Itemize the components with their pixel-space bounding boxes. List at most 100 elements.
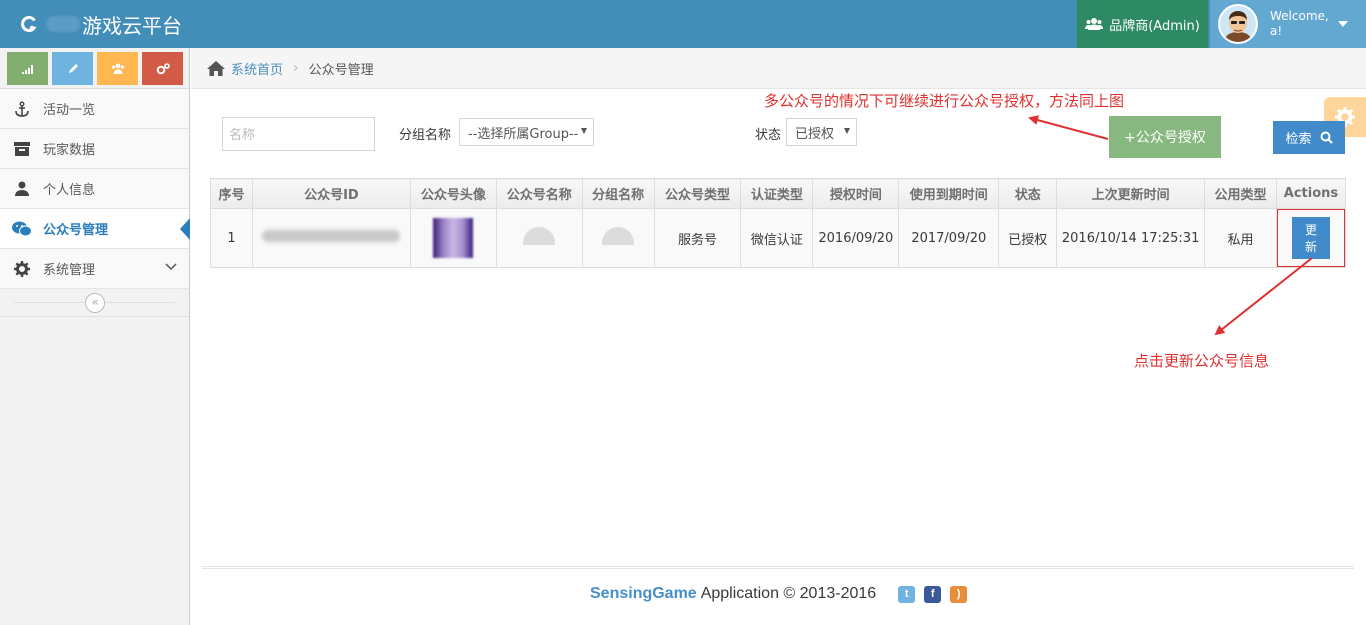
facebook-icon[interactable]: f	[924, 585, 942, 603]
cell-index: 1	[210, 208, 253, 268]
column-header: 授权时间	[812, 178, 900, 209]
user-menu[interactable]: Welcome, a!	[1210, 0, 1366, 48]
redacted-account-name	[523, 227, 556, 245]
group-label: 分组名称	[399, 128, 452, 143]
cell-auth-time: 2016/09/20	[812, 208, 900, 268]
redacted-account-id	[262, 230, 401, 242]
column-header: 公众号头像	[409, 178, 497, 209]
column-header: 状态	[998, 178, 1058, 209]
signal-icon	[21, 64, 33, 74]
sidebar-item-official-accounts[interactable]: 公众号管理	[0, 209, 190, 249]
cogs-icon	[156, 62, 170, 74]
chevron-down-icon	[165, 263, 177, 271]
brand[interactable]: 游戏云平台	[18, 9, 182, 39]
user-greeting: Welcome, a!	[1270, 9, 1329, 39]
sidebar-collapse-button[interactable]: «	[85, 293, 105, 313]
cell-group-name	[581, 208, 655, 268]
shortcut-stats-button[interactable]	[7, 52, 48, 85]
annotation-update-hint: 点击更新公众号信息	[1134, 352, 1270, 370]
cell-account-id	[251, 208, 411, 268]
home-icon	[207, 60, 225, 76]
app-title: 游戏云平台	[82, 13, 182, 38]
cell-expire-time: 2017/09/20	[898, 208, 1000, 268]
sidebar-item-system-management[interactable]: 系统管理	[0, 249, 189, 289]
cell-account-type: 服务号	[653, 208, 742, 268]
shortcut-users-button[interactable]	[97, 52, 138, 85]
caret-down-icon	[1338, 21, 1348, 27]
breadcrumb-home-link[interactable]: 系统首页	[231, 59, 283, 78]
search-button-label: 检索	[1285, 132, 1312, 147]
column-header: Actions	[1275, 178, 1347, 209]
welcome-text: Welcome,	[1270, 9, 1329, 23]
account-avatar-image	[433, 218, 474, 258]
search-icon	[1320, 131, 1333, 144]
cell-account-name	[495, 208, 583, 268]
status-label: 状态	[755, 128, 782, 143]
top-navbar: 游戏云平台 品牌商(Admin) Welcome, a!	[0, 0, 1366, 48]
sidebar-nav: 活动一览 玩家数据 个人信息 公众号管理 系统管理	[0, 89, 190, 289]
twitter-icon[interactable]: t	[898, 585, 916, 603]
group-icon	[111, 63, 124, 74]
cell-verify-type: 微信认证	[740, 208, 814, 268]
pencil-icon	[68, 63, 78, 73]
status-select[interactable]: 已授权	[786, 118, 857, 146]
user-avatar-icon	[1220, 6, 1256, 42]
sidebar-item-player-data[interactable]: 玩家数据	[0, 129, 189, 169]
cell-status: 已授权	[998, 208, 1058, 268]
annotation-arrow-update	[1214, 257, 1313, 336]
column-header: 认证类型	[740, 178, 814, 209]
select-arrow-icon	[581, 128, 587, 134]
sidebar-item-activities[interactable]: 活动一览	[0, 89, 189, 129]
update-highlight-box: 更新	[1276, 209, 1345, 267]
sidebar-item-label: 玩家数据	[43, 143, 96, 158]
wechat-icon	[12, 221, 32, 237]
status-select-value: 已授权	[795, 126, 835, 142]
footer-brand: SensingGame	[590, 585, 697, 602]
shortcut-settings-button[interactable]	[142, 52, 183, 85]
cell-avatar	[409, 208, 497, 268]
name-search-input[interactable]	[222, 117, 375, 151]
column-header: 公众号ID	[251, 178, 411, 209]
cell-actions: 更新	[1275, 208, 1347, 268]
search-button[interactable]: 检索	[1273, 121, 1345, 154]
column-header: 序号	[210, 178, 253, 209]
shortcut-edit-button[interactable]	[52, 52, 93, 85]
column-header: 公众号名称	[495, 178, 583, 209]
sidebar-item-label: 系统管理	[43, 263, 96, 278]
rss-icon[interactable]: )	[950, 585, 968, 603]
sidebar-collapse-row: «	[0, 289, 189, 317]
cogs-icon	[12, 260, 32, 277]
breadcrumb-current: 公众号管理	[308, 62, 374, 78]
update-button[interactable]: 更新	[1291, 217, 1330, 259]
annotation-arrow-authorize	[1028, 115, 1109, 140]
cell-share-type: 私用	[1204, 208, 1277, 268]
sidebar-item-profile[interactable]: 个人信息	[0, 169, 189, 209]
group-select[interactable]: --选择所属Group--	[459, 118, 594, 146]
cloud-logo-icon	[21, 16, 37, 32]
authorize-account-button[interactable]: +公众号授权	[1109, 116, 1221, 158]
sidebar-item-label: 公众号管理	[43, 223, 109, 238]
cell-last-updated: 2016/10/14 17:25:31	[1056, 208, 1206, 268]
user-icon	[12, 181, 32, 197]
table-row: 1 服务号 微信认证 2016/09/20 2017/09/20 已授权 201…	[210, 208, 1347, 268]
anchor-icon	[12, 101, 32, 117]
sidebar-item-label: 个人信息	[43, 183, 96, 198]
column-header: 公众号类型	[653, 178, 742, 209]
breadcrumb: 系统首页 › 公众号管理	[191, 48, 1366, 89]
footer-divider	[202, 566, 1354, 569]
annotation-arrows	[1028, 115, 1313, 336]
column-header: 使用到期时间	[898, 178, 1000, 209]
sidebar: 活动一览 玩家数据 个人信息 公众号管理 系统管理 «	[0, 48, 190, 625]
sidebar-shortcuts	[0, 48, 189, 89]
footer-copyright: Application © 2013-2016	[700, 585, 877, 602]
username: a!	[1270, 24, 1283, 38]
select-arrow-icon	[844, 128, 850, 134]
social-links: t f )	[898, 585, 968, 603]
users-icon	[1085, 18, 1104, 30]
avatar	[1218, 4, 1258, 44]
redacted-group-name	[602, 227, 635, 245]
column-header: 分组名称	[581, 178, 655, 209]
brand-owner-menu[interactable]: 品牌商(Admin)	[1077, 0, 1208, 48]
sidebar-item-label: 活动一览	[43, 103, 96, 118]
footer: SensingGame Application © 2013-2016 t f …	[590, 585, 968, 603]
